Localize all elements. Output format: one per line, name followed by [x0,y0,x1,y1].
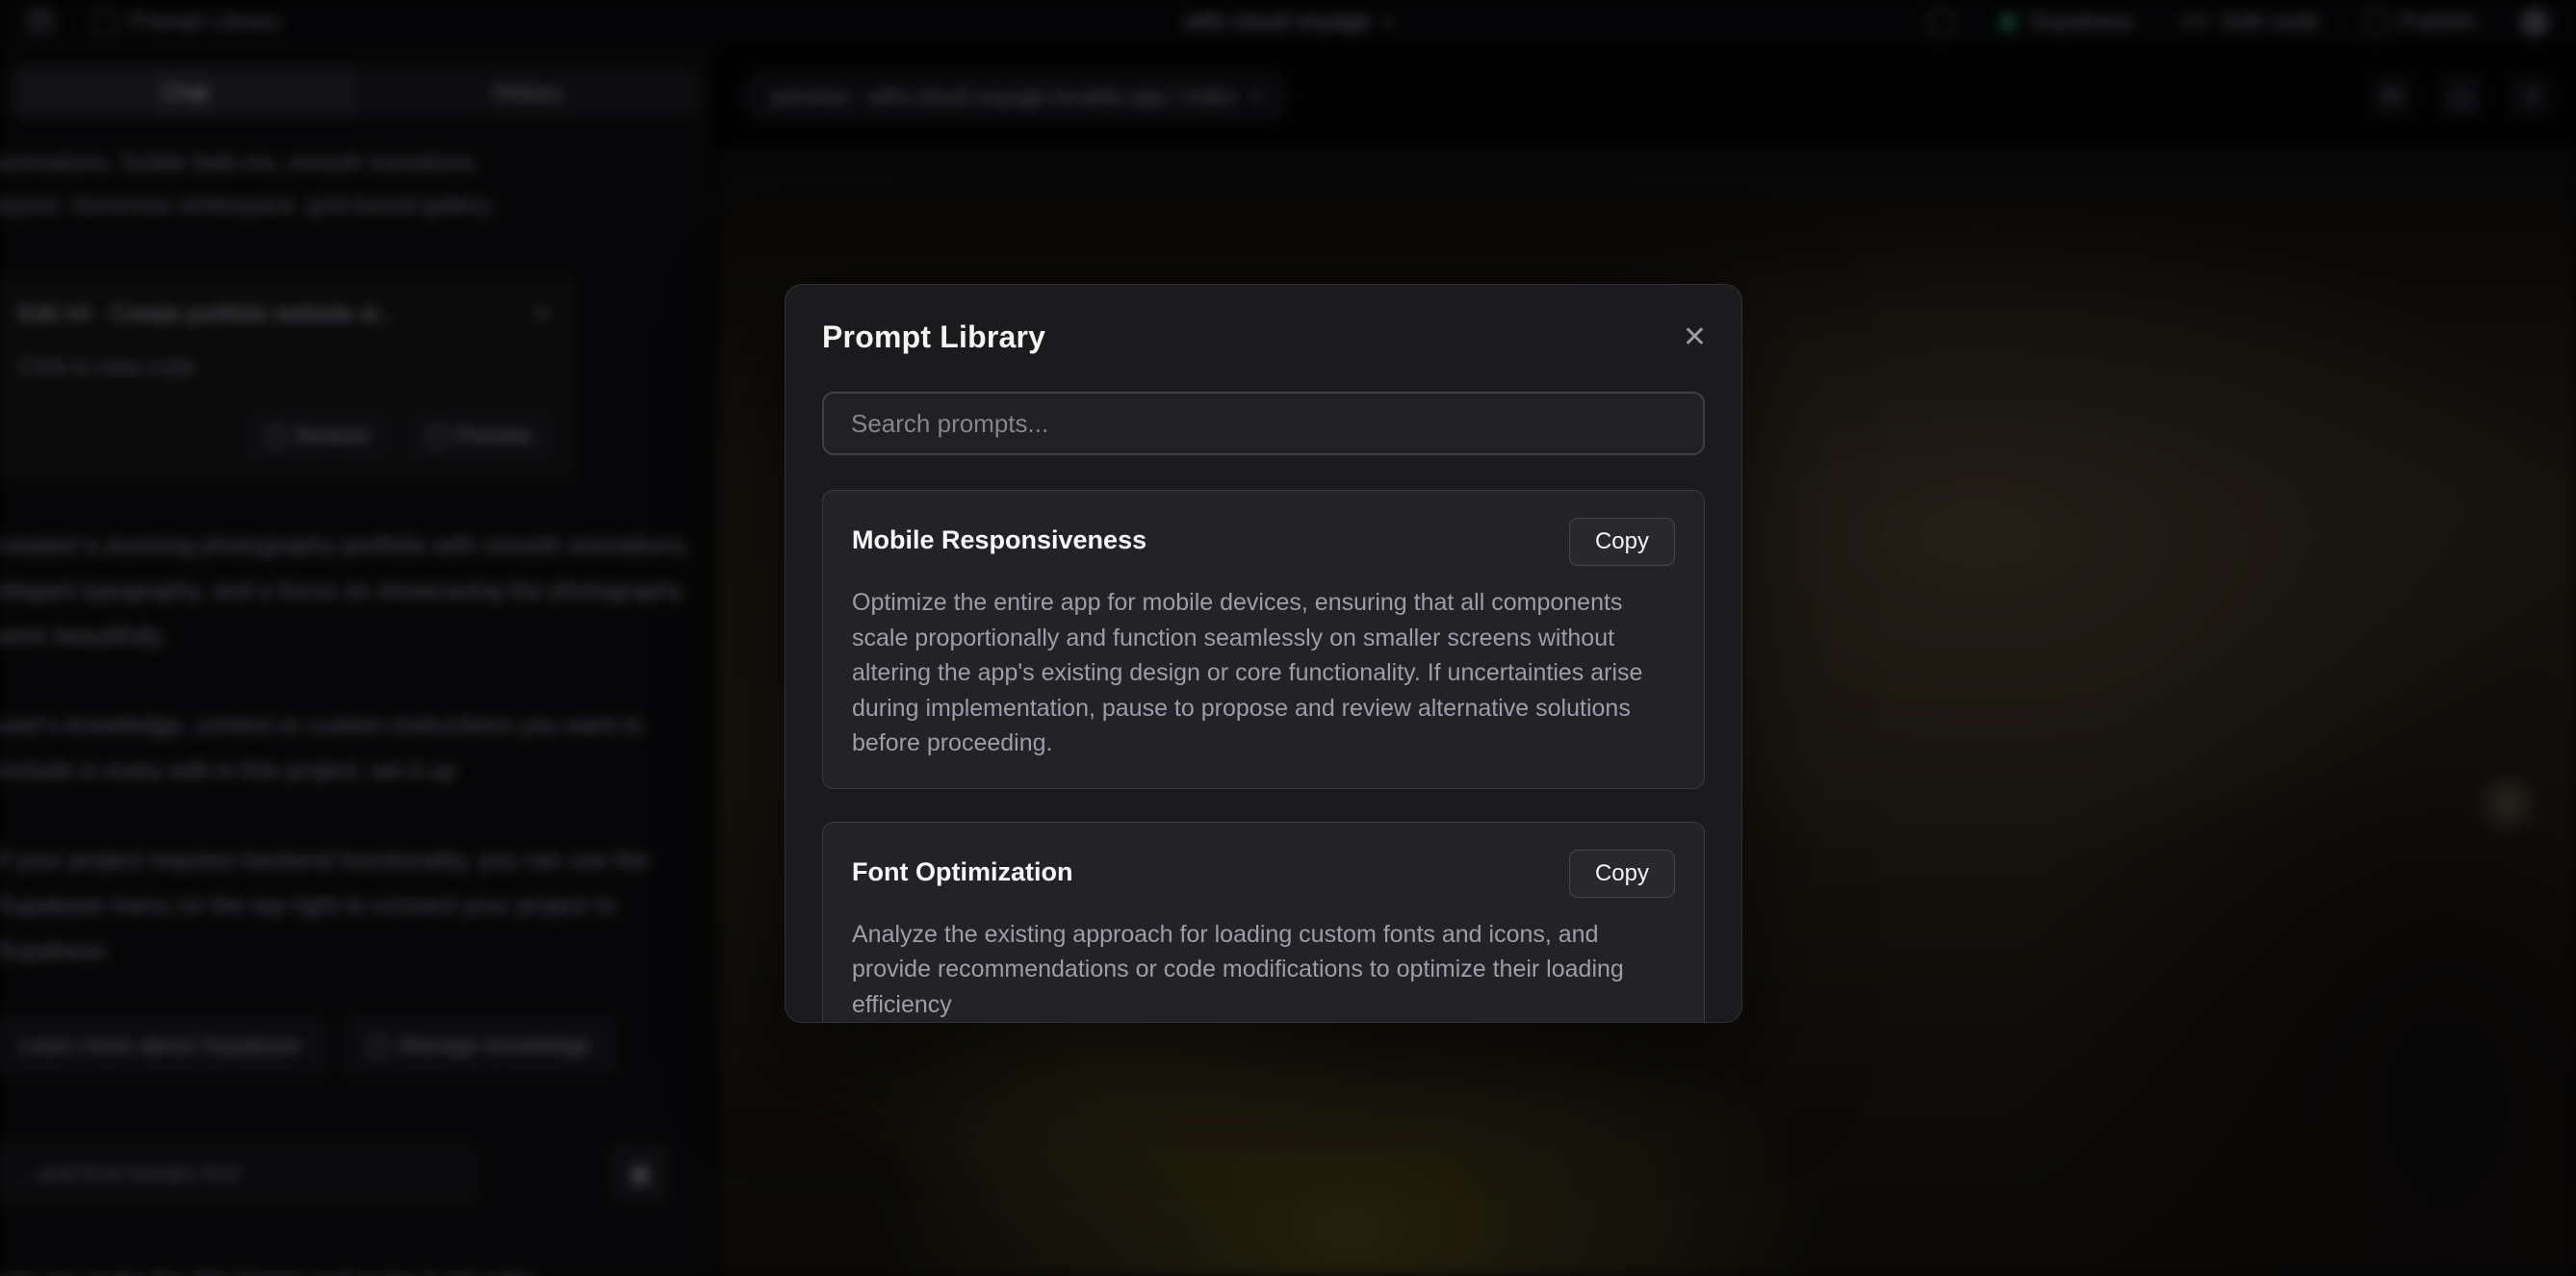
screen: Prompt Library wtfs-cloud-voyage ▾ Supab… [0,0,2576,1276]
prompt-body: Analyze the existing approach for loadin… [852,917,1675,1023]
copy-button[interactable]: Copy [1569,850,1675,898]
prompt-card: Mobile Responsiveness Copy Optimize the … [822,490,1705,789]
modal-title: Prompt Library [822,319,1705,355]
close-icon[interactable]: ✕ [1683,323,1707,352]
prompt-title: Mobile Responsiveness [852,518,1146,555]
prompt-library-modal: Prompt Library ✕ Mobile Responsiveness C… [785,284,1742,1023]
prompt-body: Optimize the entire app for mobile devic… [852,585,1675,761]
copy-button[interactable]: Copy [1569,518,1675,566]
prompt-title: Font Optimization [852,850,1072,887]
search-input[interactable] [822,392,1705,455]
prompt-card: Font Optimization Copy Analyze the exist… [822,822,1705,1024]
